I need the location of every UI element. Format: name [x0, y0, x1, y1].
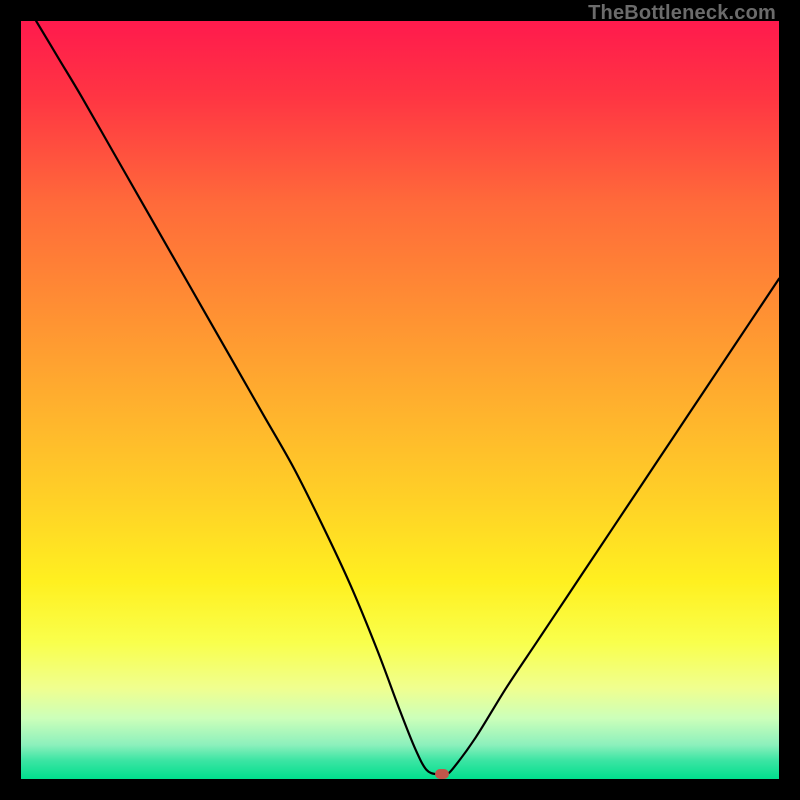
watermark-text: TheBottleneck.com [588, 2, 776, 25]
plot-area [21, 21, 779, 779]
background-gradient [21, 21, 779, 779]
chart-frame: TheBottleneck.com [0, 0, 800, 800]
